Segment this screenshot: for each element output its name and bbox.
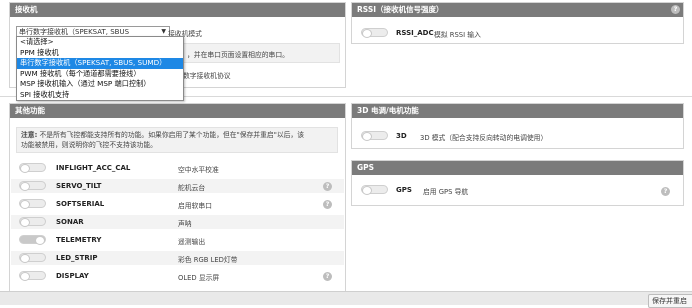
receiver-select-value: 串行数字接收机（SPEKSAT, SBUS — [19, 28, 130, 36]
gps-desc: 启用 GPS 导航 — [423, 188, 469, 196]
receiver-mode-options[interactable]: <请选择> PPM 接收机 串行数字接收机（SPEKSAT, SBUS, SUM… — [16, 36, 184, 101]
note-bold-label: 注意: — [21, 131, 38, 139]
gps-toggle[interactable] — [361, 185, 388, 195]
feature-desc: 舵机云台 — [178, 184, 206, 192]
option-serial[interactable]: 串行数字接收机（SPEKSAT, SBUS, SUMD） — [17, 58, 183, 69]
save-reboot-button[interactable]: 保存并重启 — [648, 294, 692, 308]
option-spi[interactable]: SPI 接收机支持 — [17, 90, 183, 101]
rssi-panel: RSSI（接收机信号强度） ? RSSI_ADC 模拟 RSSI 输入 — [351, 2, 684, 44]
feature-row-telemetry: TELEMETRY 遥测输出 — [11, 233, 344, 247]
feature-name: SONAR — [56, 218, 84, 226]
feature-name: TELEMETRY — [56, 236, 102, 244]
feature-row-display: DISPLAY OLED 显示屏 ? — [11, 269, 344, 283]
3d-desc: 3D 模式（配合支持反向转动的电调使用） — [420, 134, 548, 142]
option-none[interactable]: <请选择> — [17, 37, 183, 48]
receiver-protocol-label: 数字接收机协议 — [183, 72, 231, 80]
rssi-adc-toggle[interactable] — [361, 28, 388, 38]
receiver-note-text: ，并在串口页面设置相应的串口。 — [187, 51, 289, 59]
help-icon[interactable]: ? — [323, 272, 332, 281]
feature-row-softserial: SOFTSERIAL 启用软串口 ? — [11, 197, 344, 211]
footer-bar: 保存并重启 — [0, 291, 692, 308]
esc-3d-panel: 3D 电调/电机功能 3D 3D 模式（配合支持反向转动的电调使用） — [351, 103, 684, 149]
softserial-toggle[interactable] — [19, 199, 46, 209]
feature-name: SERVO_TILT — [56, 182, 102, 190]
rssi-panel-title: RSSI（接收机信号强度） — [352, 3, 683, 17]
rssi-adc-name: RSSI_ADC — [396, 29, 434, 37]
feature-name: LED_STRIP — [56, 254, 98, 262]
help-icon[interactable]: ? — [671, 5, 680, 14]
gps-panel: GPS GPS 启用 GPS 导航 ? — [351, 160, 684, 206]
feature-desc: 空中水平校准 — [178, 166, 219, 174]
help-icon[interactable]: ? — [323, 182, 332, 191]
feature-row-sonar: SONAR 声呐 — [11, 215, 344, 229]
feature-desc: 遥测输出 — [178, 238, 206, 246]
feature-name: INFLIGHT_ACC_CAL — [56, 164, 131, 172]
inflight-acc-cal-toggle[interactable] — [19, 163, 46, 173]
3d-mode-toggle[interactable] — [361, 131, 388, 141]
feature-row-led-strip: LED_STRIP 彩色 RGB LED灯带 — [11, 251, 344, 265]
esc-3d-title: 3D 电调/电机功能 — [352, 104, 683, 118]
note-line-2: 功能被禁用，则说明你的飞控不支持该功能。 — [21, 141, 157, 149]
display-toggle[interactable] — [19, 271, 46, 281]
help-icon[interactable]: ? — [323, 200, 332, 209]
receiver-panel-title: 接收机 — [10, 3, 345, 17]
other-features-panel: 其他功能 注意: 不是所有飞控都能支持所有的功能。如果你启用了某个功能，但在"保… — [9, 103, 346, 305]
feature-desc: OLED 显示屏 — [178, 274, 220, 282]
feature-desc: 启用软串口 — [178, 202, 212, 210]
feature-name: SOFTSERIAL — [56, 200, 105, 208]
feature-row-inflight-acc-cal: INFLIGHT_ACC_CAL 空中水平校准 — [11, 161, 344, 175]
feature-desc: 彩色 RGB LED灯带 — [178, 256, 238, 264]
option-pwm[interactable]: PWM 接收机（每个通道都需要接线） — [17, 69, 183, 80]
telemetry-toggle[interactable] — [19, 235, 46, 245]
option-msp[interactable]: MSP 接收机输入（通过 MSP 端口控制） — [17, 79, 183, 90]
servo-tilt-toggle[interactable] — [19, 181, 46, 191]
led-strip-toggle[interactable] — [19, 253, 46, 263]
feature-desc: 声呐 — [178, 220, 192, 228]
note-line-1: 不是所有飞控都能支持所有的功能。如果你启用了某个功能，但在"保存并重启"以后，该 — [37, 131, 305, 139]
gps-title: GPS — [352, 161, 683, 175]
sonar-toggle[interactable] — [19, 217, 46, 227]
rssi-adc-desc: 模拟 RSSI 输入 — [434, 31, 481, 39]
other-features-note: 注意: 不是所有飞控都能支持所有的功能。如果你启用了某个功能，但在"保存并重启"… — [16, 127, 338, 153]
3d-name: 3D — [396, 132, 407, 140]
gps-name: GPS — [396, 186, 412, 194]
help-icon[interactable]: ? — [661, 187, 670, 196]
option-ppm[interactable]: PPM 接收机 — [17, 48, 183, 59]
other-features-title: 其他功能 — [10, 104, 345, 118]
feature-row-servo-tilt: SERVO_TILT 舵机云台 ? — [11, 179, 344, 193]
feature-name: DISPLAY — [56, 272, 89, 280]
